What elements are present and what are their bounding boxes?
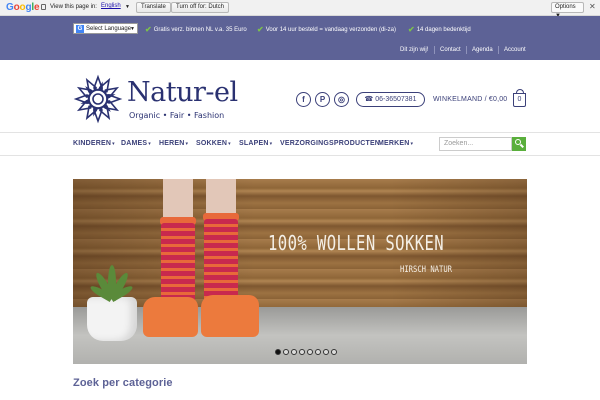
slider-dot[interactable] xyxy=(331,349,337,355)
banner-subline: HIRSCH NATUR xyxy=(400,265,453,275)
close-icon[interactable]: ✕ xyxy=(589,2,596,11)
language-link[interactable]: English xyxy=(101,3,121,9)
chevron-down-icon[interactable]: ▼ xyxy=(125,4,130,10)
leg xyxy=(163,179,193,219)
slider-dot[interactable] xyxy=(299,349,305,355)
section-title: Zoek per categorie xyxy=(73,377,173,389)
facebook-icon[interactable]: f xyxy=(296,92,311,107)
divider xyxy=(434,46,435,54)
link-account[interactable]: Account xyxy=(504,47,526,53)
nav-item-kinderen[interactable]: KINDEREN▾ xyxy=(73,140,115,147)
search-input[interactable]: Zoeken... xyxy=(439,137,512,151)
chevron-down-icon: ▾ xyxy=(228,141,231,147)
sock-right xyxy=(204,219,238,305)
nav-item-merken[interactable]: MERKEN▾ xyxy=(378,140,413,147)
google-translate-bar: Google View this page in: English ▼ Tran… xyxy=(0,0,600,19)
chevron-down-icon: ▾ xyxy=(269,141,273,147)
cart-label[interactable]: WINKELMAND / €0,00 xyxy=(433,96,507,103)
phone-icon: ☎ xyxy=(364,96,374,103)
checkmark-icon: ✔ xyxy=(257,25,264,34)
nav-item-slapen[interactable]: SLAPEN▾ xyxy=(239,140,272,147)
main-navigation: KINDEREN▾ DAMES▾ HEREN▾ SOKKEN▾ SLAPEN▾ … xyxy=(0,133,600,156)
divider xyxy=(498,46,499,54)
nav-item-sokken[interactable]: SOKKEN▾ xyxy=(196,140,231,147)
ground-background xyxy=(73,307,527,364)
slider-dot[interactable] xyxy=(283,349,289,355)
search-button[interactable] xyxy=(512,137,526,151)
chevron-down-icon: ▾ xyxy=(112,141,115,147)
chevron-down-icon: ▾ xyxy=(185,141,189,147)
cart-count: 0 xyxy=(517,96,522,103)
slider-dot[interactable] xyxy=(307,349,313,355)
nav-item-dames[interactable]: DAMES▾ xyxy=(121,140,151,147)
divider xyxy=(466,46,467,54)
link-agenda[interactable]: Agenda xyxy=(472,47,493,53)
chevron-down-icon: ▾ xyxy=(410,141,414,147)
link-about[interactable]: Dit zijn wij! xyxy=(400,47,428,53)
chevron-down-icon: ▼ xyxy=(130,26,135,32)
checkmark-icon: ✔ xyxy=(408,25,415,34)
slider-dot[interactable] xyxy=(291,349,297,355)
view-page-label: View this page in: xyxy=(50,4,97,10)
google-logo: Google xyxy=(6,2,40,13)
usp-return: ✔ 14 dagen bedenktijd xyxy=(408,25,471,34)
logo-tagline: Organic • Fair • Fashion xyxy=(129,111,225,120)
select-language-label: Select Language xyxy=(86,26,132,32)
phone-number: 06-36507381 xyxy=(375,96,417,103)
banner-headline: 100% WOLLEN SOKKEN xyxy=(268,231,445,255)
leg xyxy=(206,179,236,215)
cart-icon[interactable]: 0 xyxy=(513,89,526,107)
plant-pot xyxy=(87,297,137,341)
slider-dot[interactable] xyxy=(275,349,281,355)
instagram-icon[interactable]: ◎ xyxy=(334,92,349,107)
lock-icon xyxy=(41,4,46,10)
translate-button[interactable]: Translate xyxy=(136,2,171,13)
select-language-dropdown[interactable]: G Select Language ▼ xyxy=(73,23,138,34)
turn-off-button[interactable]: Turn off for: Dutch xyxy=(171,2,230,13)
hero-slider[interactable]: 100% WOLLEN SOKKEN HIRSCH NATUR xyxy=(73,179,527,364)
sock-left xyxy=(161,223,195,307)
sock-foot xyxy=(143,297,198,337)
logo-name[interactable]: Natur-el xyxy=(127,77,238,108)
options-button[interactable]: Options ▼ xyxy=(551,2,584,19)
usp-dispatch: ✔ Voor 14 uur besteld = vandaag verzonden… xyxy=(257,25,396,34)
slider-dot[interactable] xyxy=(323,349,329,355)
google-g-icon: G xyxy=(76,25,84,33)
site-header: Natur-el Organic • Fair • Fashion f P ◎ … xyxy=(0,60,600,133)
sock-foot xyxy=(201,295,259,337)
top-bar: G Select Language ▼ ✔ Gratis verz. binnen… xyxy=(0,16,600,60)
link-contact[interactable]: Contact xyxy=(440,47,461,53)
checkmark-icon: ✔ xyxy=(145,25,152,34)
flower-logo-icon[interactable] xyxy=(73,74,123,124)
usp-shipping: ✔ Gratis verz. binnen NL v.a. 35 Euro xyxy=(145,25,247,34)
slider-dot[interactable] xyxy=(315,349,321,355)
nav-item-heren[interactable]: HEREN▾ xyxy=(159,140,188,147)
pinterest-icon[interactable]: P xyxy=(315,92,330,107)
phone-button[interactable]: ☎ 06-36507381 xyxy=(356,92,425,107)
chevron-down-icon: ▾ xyxy=(148,141,151,147)
nav-item-verzorgingsproducten[interactable]: VERZORGINGSPRODUCTEN xyxy=(280,140,380,147)
